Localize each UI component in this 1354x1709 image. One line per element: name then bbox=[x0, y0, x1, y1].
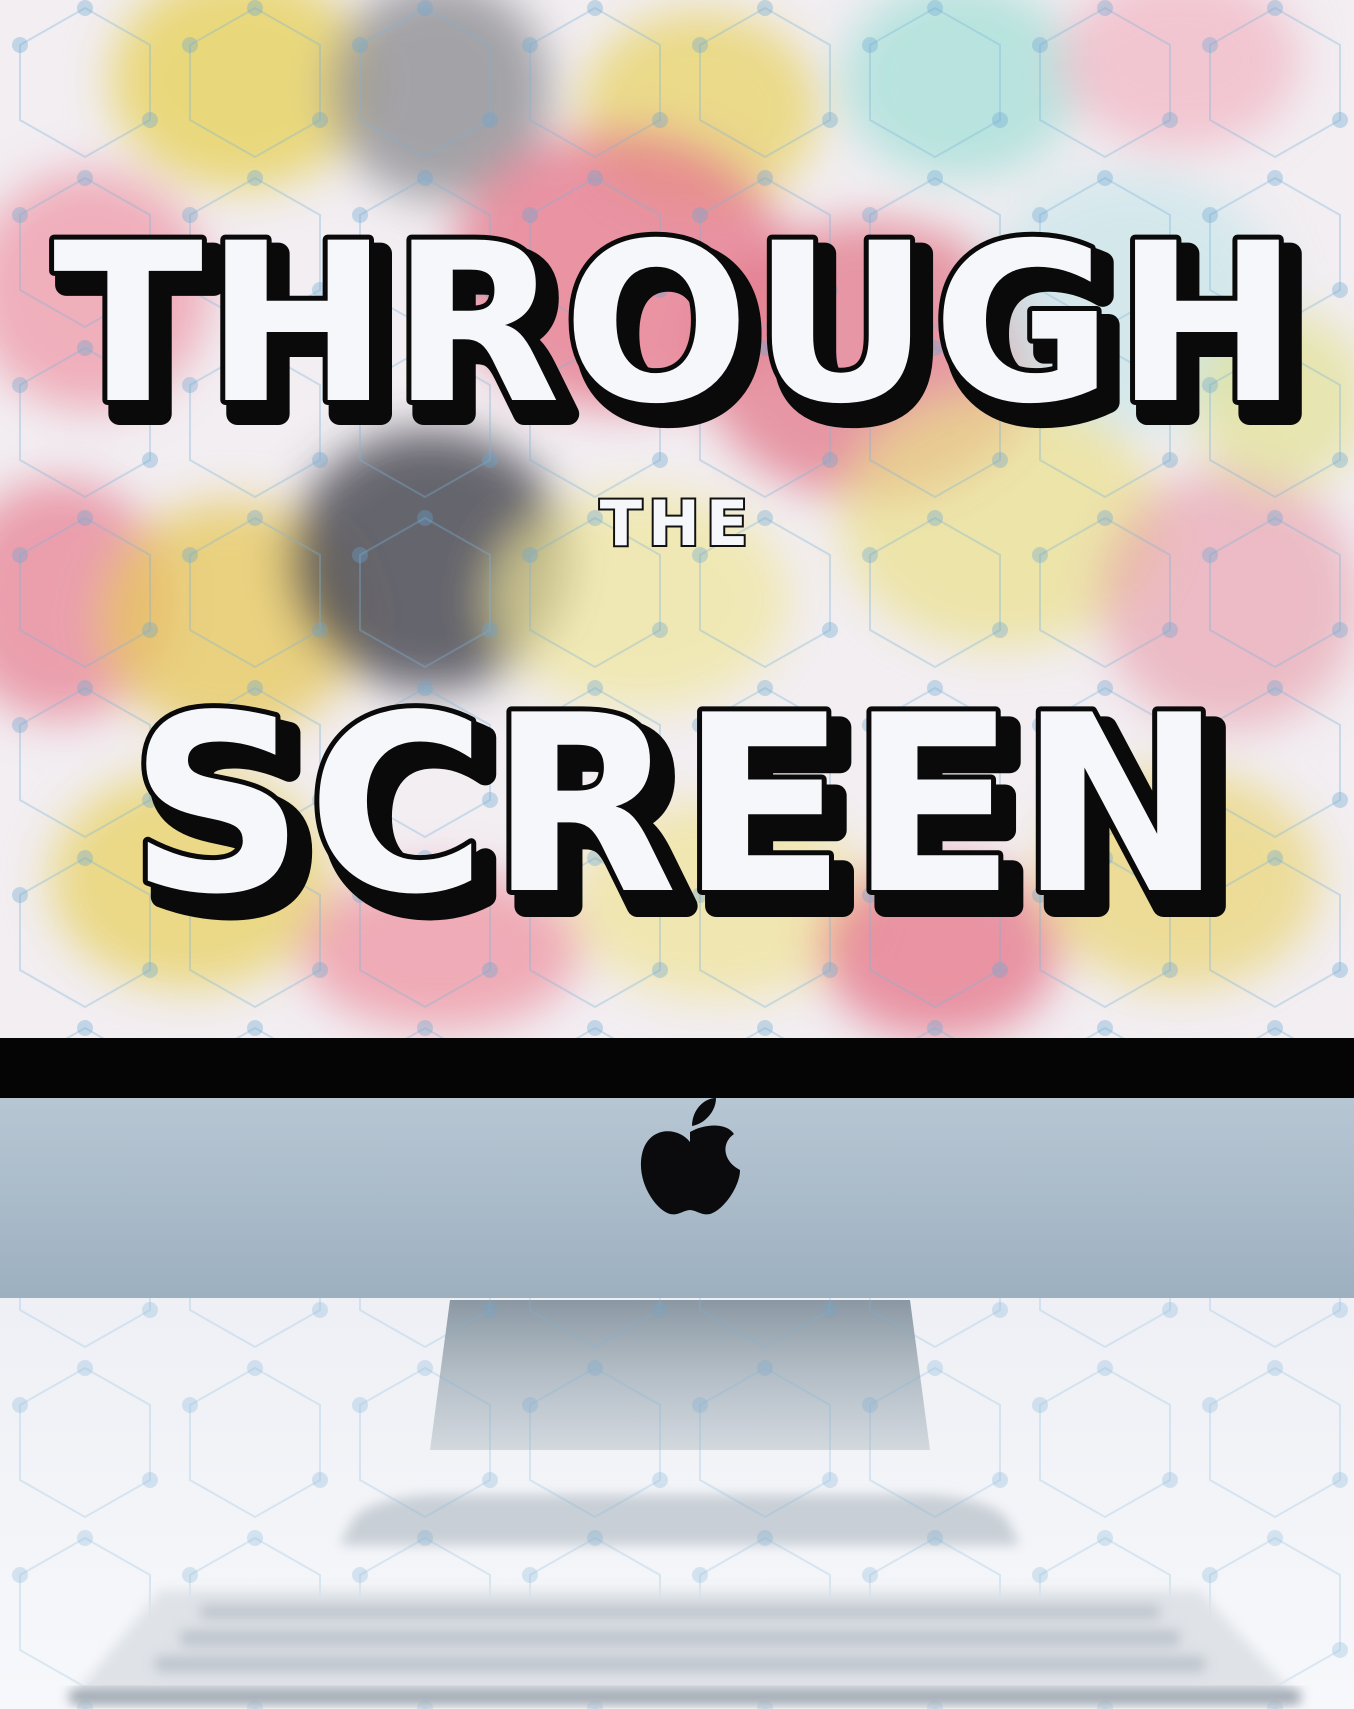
book-cover: THROUGH THROUGH THE SCREEN SCREEN bbox=[0, 0, 1354, 1709]
title-middle: THE bbox=[600, 487, 755, 560]
keyboard bbox=[70, 1590, 1300, 1704]
title-bottom: SCREEN bbox=[129, 663, 1226, 948]
title-top: THROUGH bbox=[53, 196, 1301, 452]
screen-bezel bbox=[0, 1038, 1354, 1098]
cover-art: THROUGH THROUGH THE SCREEN SCREEN bbox=[0, 0, 1354, 1709]
imac-computer bbox=[0, 1038, 1354, 1709]
